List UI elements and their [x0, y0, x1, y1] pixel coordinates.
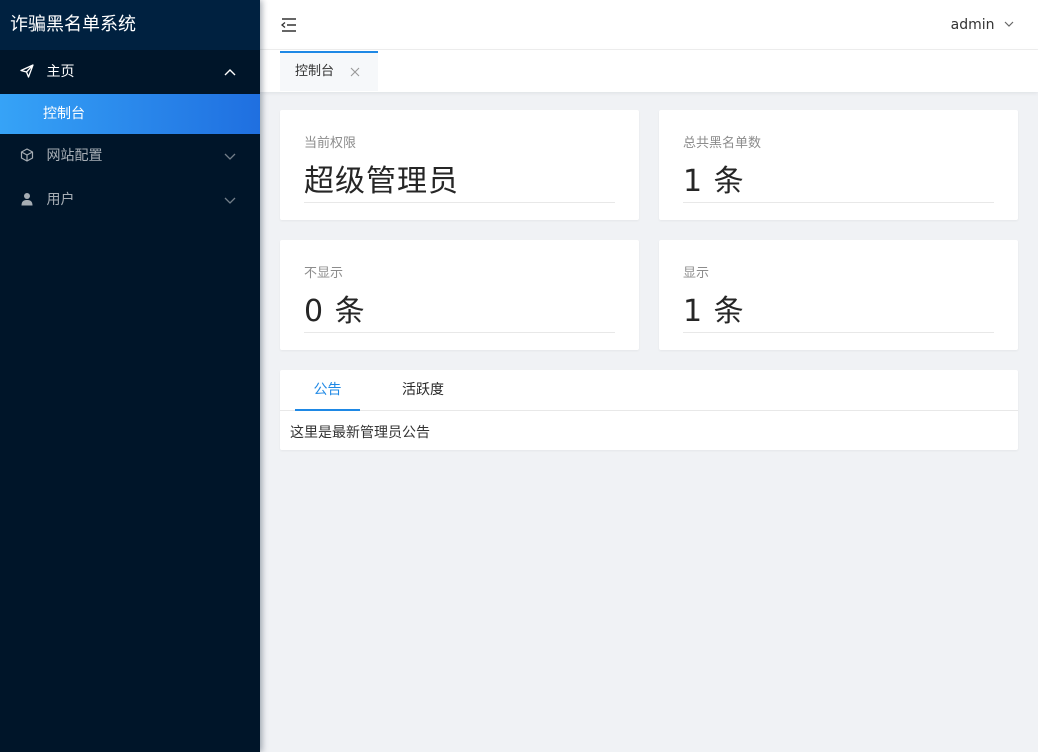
chevron-down-icon	[224, 197, 236, 204]
home-submenu: 控制台	[0, 94, 260, 134]
tab-activity[interactable]: 活跃度	[402, 370, 444, 411]
stat-card-shown: 显示 1 条	[659, 240, 1018, 350]
notice-content: 这里是最新管理员公告	[290, 425, 430, 441]
cube-icon	[20, 148, 34, 162]
sidebar-item-label: 用户	[46, 192, 75, 208]
tab-dashboard[interactable]: 控制台	[280, 51, 378, 91]
chevron-down-icon	[224, 153, 236, 160]
sidebar-item-users[interactable]: 用户	[0, 178, 260, 222]
divider	[304, 332, 615, 333]
user-dropdown[interactable]: admin	[951, 0, 1014, 50]
stat-value: 1 条	[683, 164, 745, 199]
divider	[304, 202, 615, 203]
stat-label: 当前权限	[304, 136, 357, 151]
close-icon[interactable]	[350, 67, 360, 77]
sidebar-item-home[interactable]: 主页	[0, 50, 260, 94]
stat-value: 超级管理员	[304, 164, 459, 199]
sidebar-item-dashboard[interactable]: 控制台	[0, 94, 260, 134]
divider	[683, 332, 994, 333]
user-icon	[21, 193, 33, 206]
stat-value: 0 条	[304, 294, 366, 329]
top-header: admin	[260, 0, 1038, 50]
stat-label: 显示	[683, 266, 710, 281]
app-title: 诈骗黑名单系统	[0, 0, 260, 50]
sidebar: 诈骗黑名单系统 主页 控制台 网站配置 用户	[0, 0, 260, 752]
stat-card-total: 总共黑名单数 1 条	[659, 110, 1018, 220]
sidebar-item-label: 网站配置	[46, 148, 103, 164]
notice-panel: 公告 活跃度 这里是最新管理员公告	[280, 370, 1018, 450]
app-root: 诈骗黑名单系统 主页 控制台 网站配置 用户 admin 控制台 当前权限 超级…	[0, 0, 1038, 752]
username: admin	[950, 17, 995, 33]
send-icon	[20, 64, 34, 78]
stat-card-hidden: 不显示 0 条	[280, 240, 639, 350]
notice-tabs: 公告 活跃度	[280, 370, 1018, 411]
stat-label: 总共黑名单数	[683, 136, 762, 151]
menu-fold-icon[interactable]	[280, 16, 298, 34]
tab-label: 控制台	[295, 64, 335, 79]
chevron-up-icon	[224, 69, 236, 76]
page-tabs-bar: 控制台	[260, 50, 1038, 92]
stat-label: 不显示	[304, 266, 344, 281]
tab-announcement[interactable]: 公告	[295, 370, 360, 411]
sidebar-item-label: 主页	[46, 64, 75, 80]
chevron-down-icon	[1004, 21, 1014, 27]
sidebar-menu: 主页 控制台 网站配置 用户	[0, 50, 260, 222]
sidebar-item-site-config[interactable]: 网站配置	[0, 134, 260, 178]
stat-card-permission: 当前权限 超级管理员	[280, 110, 639, 220]
stat-value: 1 条	[683, 294, 745, 329]
divider	[683, 202, 994, 203]
